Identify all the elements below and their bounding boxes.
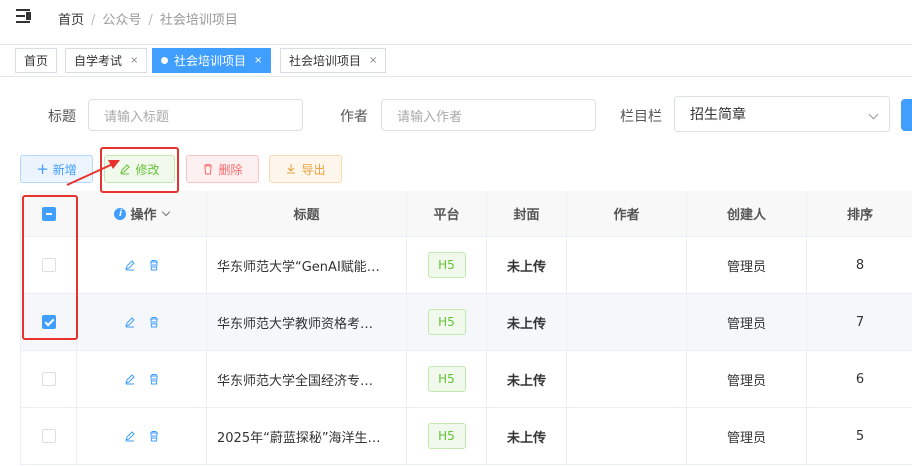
row-author [567,351,687,407]
header-actions[interactable]: 操作 [130,204,156,223]
tab-home[interactable]: 首页 [15,48,58,73]
search-button[interactable] [901,99,912,131]
plus-icon: + [36,160,49,178]
platform-tag: H5 [427,309,466,335]
breadcrumb-current: 社会培训项目 [159,13,238,28]
table-header: i 操作 标题 平台 封面 作者 创建人 排序 [21,191,912,237]
chevron-down-icon[interactable] [161,207,170,216]
row-sort: 8 [855,257,865,273]
delete-row-icon[interactable] [148,259,160,271]
data-table: i 操作 标题 平台 封面 作者 创建人 排序 华东师范大学“GenAI赋能… H… [20,191,912,465]
row-title: 华东师范大学教师资格考… [217,316,374,332]
close-icon[interactable]: × [254,55,262,66]
menu-toggle-icon[interactable] [16,8,34,24]
tags-view: 首页 自学考试 × 社会培训项目 × 社会培训项目 × [0,44,912,77]
annotation-box-edit [100,147,179,193]
column-select[interactable]: 招生简章 [674,96,890,132]
annotation-box-checkbox [22,195,78,340]
info-icon: i [114,207,127,220]
header-cover: 封面 [487,191,567,236]
tab-self-study-exam[interactable]: 自学考试 × [65,48,148,73]
row-title: 2025年“蔚蓝探秘”海洋生… [217,430,381,446]
row-creator: 管理员 [687,408,807,464]
delete-row-icon[interactable] [148,316,160,328]
row-cover: 未上传 [487,237,567,293]
row-cover: 未上传 [487,294,567,350]
table-row[interactable]: 华东师范大学“GenAI赋能… H5 未上传 管理员 8 [21,237,912,294]
row-cover: 未上传 [487,408,567,464]
row-creator: 管理员 [687,237,807,293]
active-dot-icon [161,57,168,64]
table-row[interactable]: 2025年“蔚蓝探秘”海洋生… H5 未上传 管理员 5 [21,408,912,465]
delete-row-icon[interactable] [148,430,160,442]
row-creator: 管理员 [687,351,807,407]
table-row[interactable]: 华东师范大学全国经济专… H5 未上传 管理员 6 [21,351,912,408]
row-title: 华东师范大学全国经济专… [217,373,374,389]
header-platform: 平台 [407,191,487,236]
breadcrumb-level2[interactable]: 公众号 [102,13,141,28]
table-row[interactable]: 华东师范大学教师资格考… H5 未上传 管理员 7 [21,294,912,351]
breadcrumb-home[interactable]: 首页 [58,13,84,28]
download-icon [287,164,296,174]
row-author [567,294,687,350]
row-sort: 5 [855,428,865,444]
chevron-down-icon [868,109,879,120]
row-checkbox[interactable] [41,429,56,443]
header-sort: 排序 [846,208,873,223]
column-label: 栏目栏 [620,109,662,125]
add-button[interactable]: + 新增 [20,155,93,183]
platform-tag: H5 [427,252,466,278]
delete-row-icon[interactable] [148,373,160,385]
header-creator: 创建人 [687,191,807,236]
title-search-input[interactable]: 请输入标题 [88,99,303,131]
trash-icon [204,164,213,175]
header-author: 作者 [567,191,687,236]
author-search-input[interactable]: 请输入作者 [381,99,596,131]
row-creator: 管理员 [687,294,807,350]
row-sort: 6 [855,371,865,387]
edit-row-icon[interactable] [124,259,136,271]
tab-social-training[interactable]: 社会培训项目 × [280,48,387,73]
header-title: 标题 [207,191,407,236]
row-author [567,408,687,464]
top-bar: 首页 / 公众号 / 社会培训项目 [0,0,912,36]
row-author [567,237,687,293]
edit-row-icon[interactable] [124,430,136,442]
row-sort: 7 [855,314,865,330]
platform-tag: H5 [427,423,466,449]
export-button[interactable]: 导出 [269,155,342,183]
breadcrumb: 首页 / 公众号 / 社会培训项目 [58,13,238,28]
edit-row-icon[interactable] [124,373,136,385]
title-label: 标题 [48,109,76,125]
row-cover: 未上传 [487,351,567,407]
row-checkbox[interactable] [41,372,56,386]
delete-button[interactable]: 删除 [186,155,259,183]
edit-row-icon[interactable] [124,316,136,328]
author-label: 作者 [340,109,368,125]
tab-social-training-active[interactable]: 社会培训项目 × [152,48,272,73]
close-icon[interactable]: × [130,55,138,66]
platform-tag: H5 [427,366,466,392]
row-title: 华东师范大学“GenAI赋能… [217,259,380,275]
close-icon[interactable]: × [369,55,377,66]
